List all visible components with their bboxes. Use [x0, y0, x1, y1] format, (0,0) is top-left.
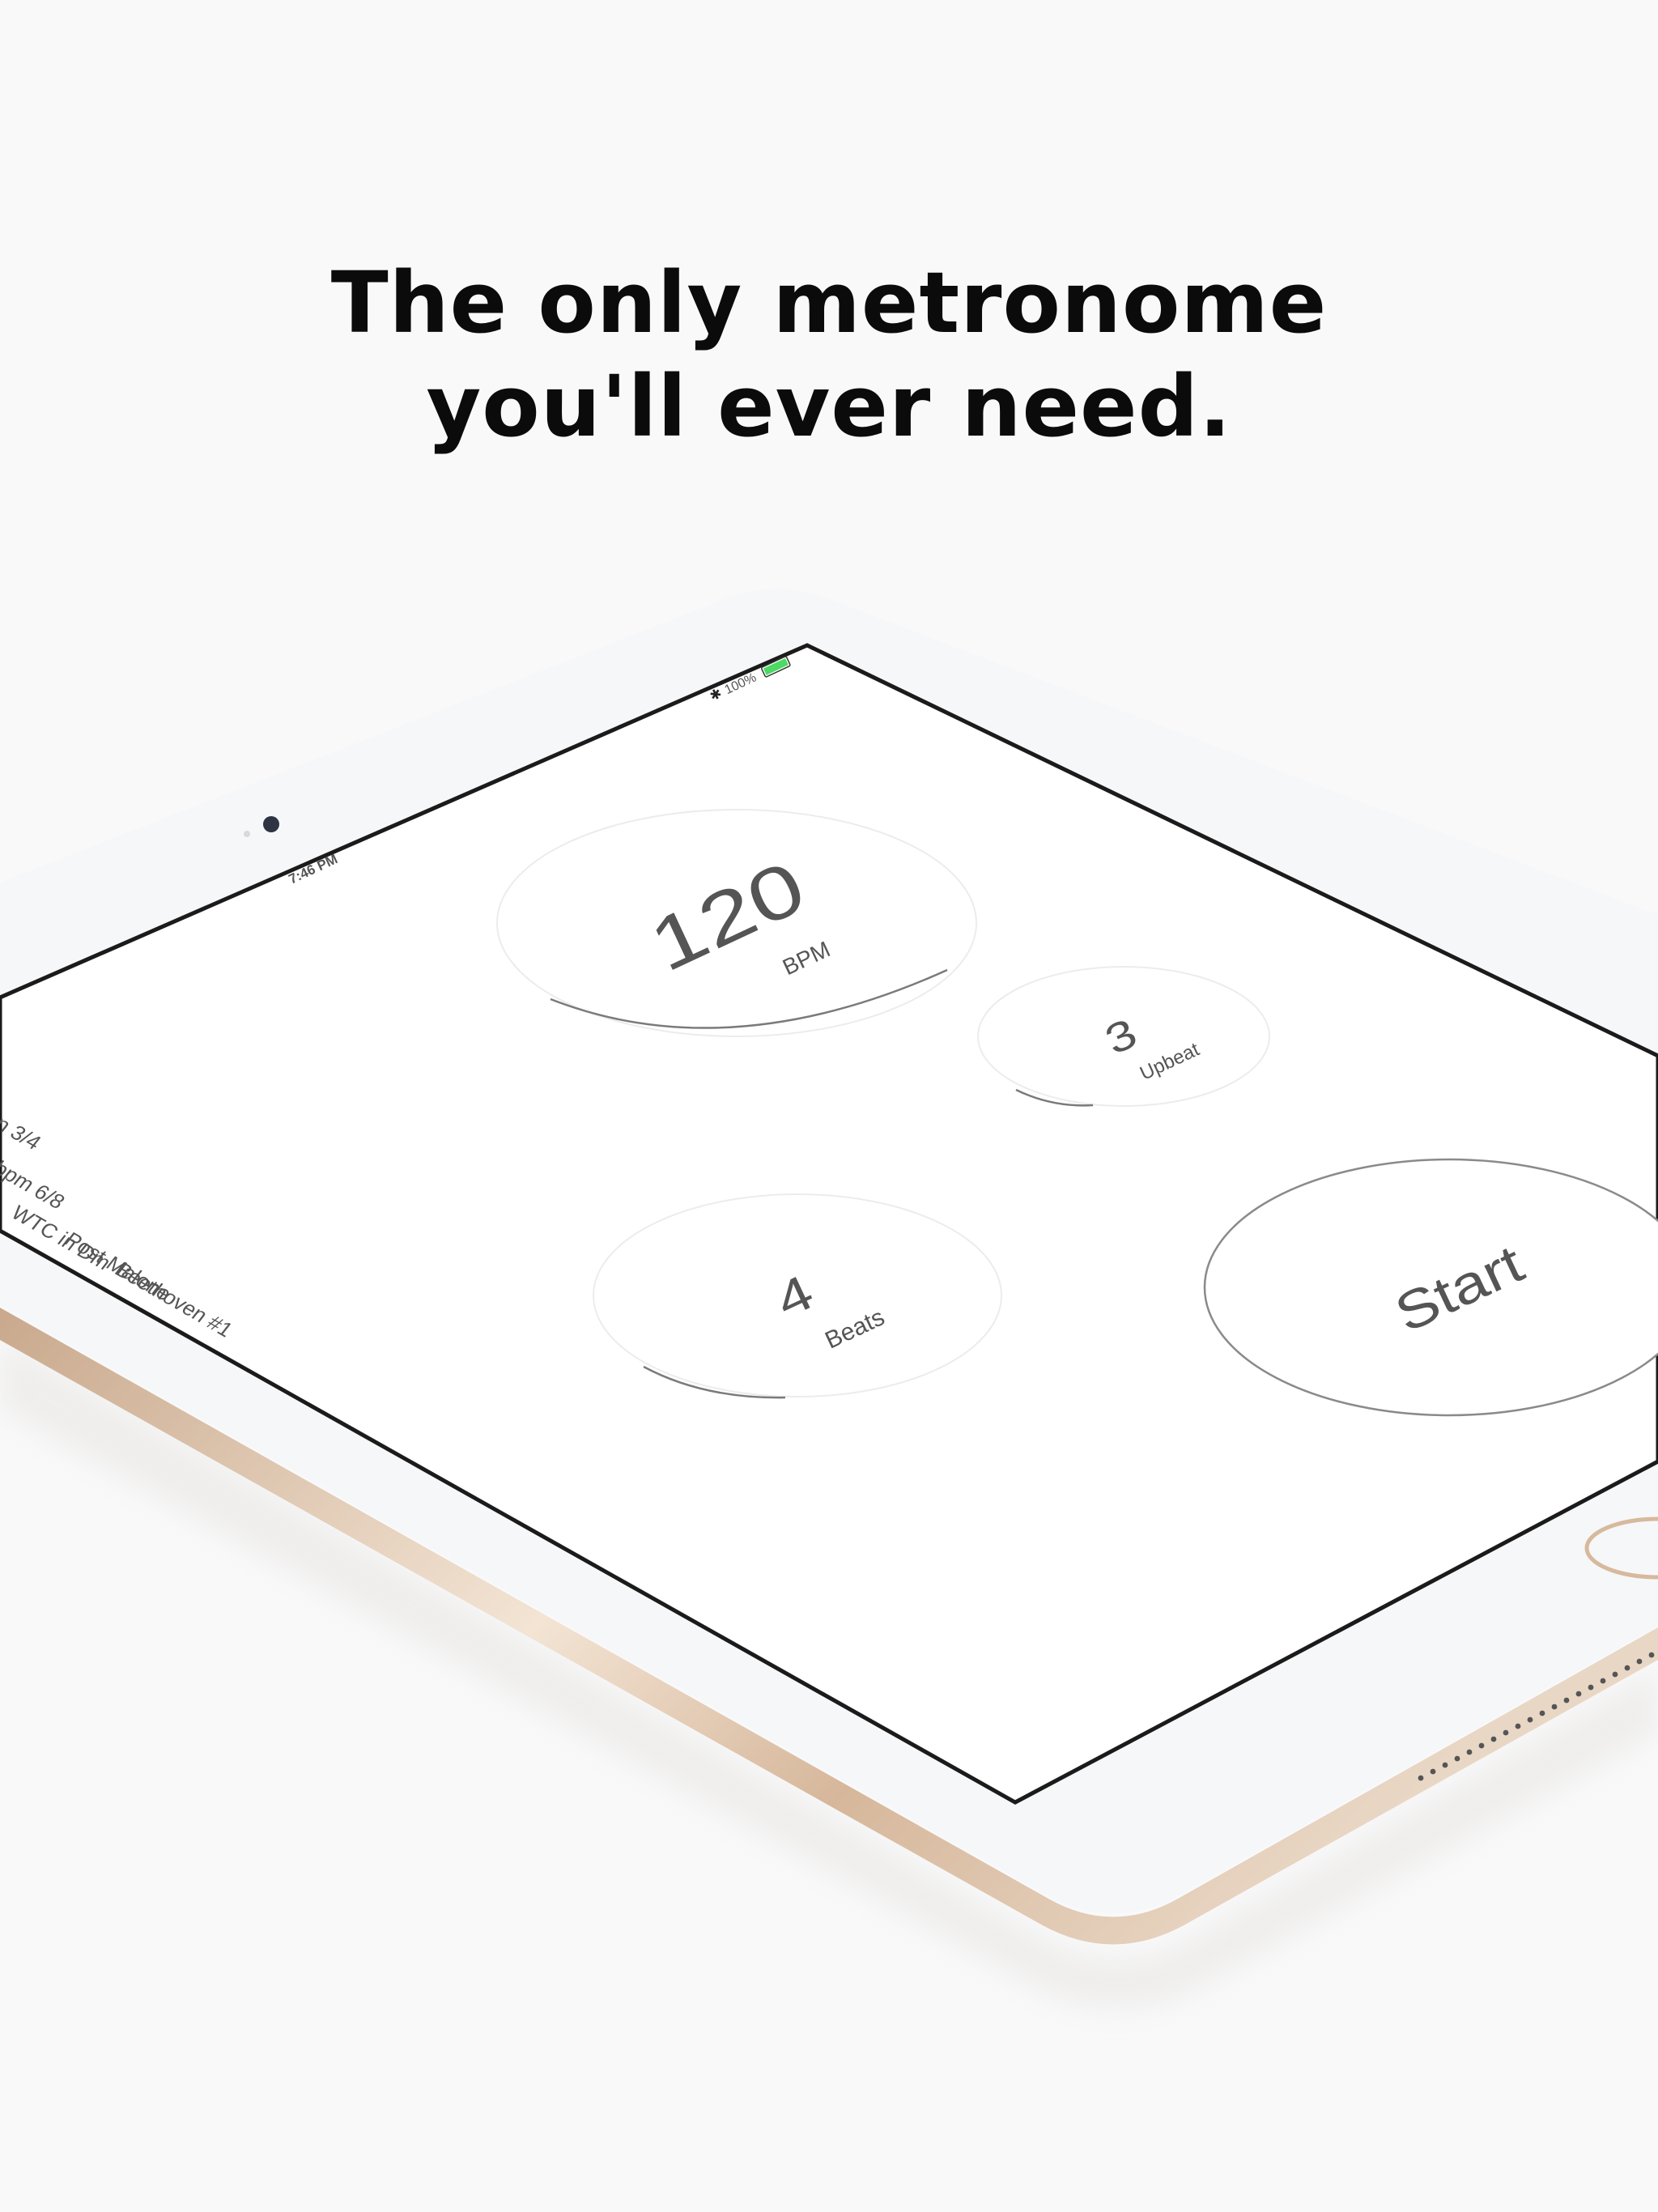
tempo-dial[interactable]: 120 BPM: [496, 809, 977, 1037]
beats-dial[interactable]: 4 Beats: [593, 1193, 1002, 1399]
front-camera: [263, 816, 279, 832]
upbeat-dial[interactable]: 3 Upbeat: [977, 966, 1270, 1107]
ipad-device: 7:46 PM ✱ 100% n 3/4 bpm 6/8 WTC in Dm P…: [0, 589, 1658, 2008]
ambient-sensor: [244, 831, 250, 837]
start-button[interactable]: Start: [1203, 1158, 1658, 1417]
